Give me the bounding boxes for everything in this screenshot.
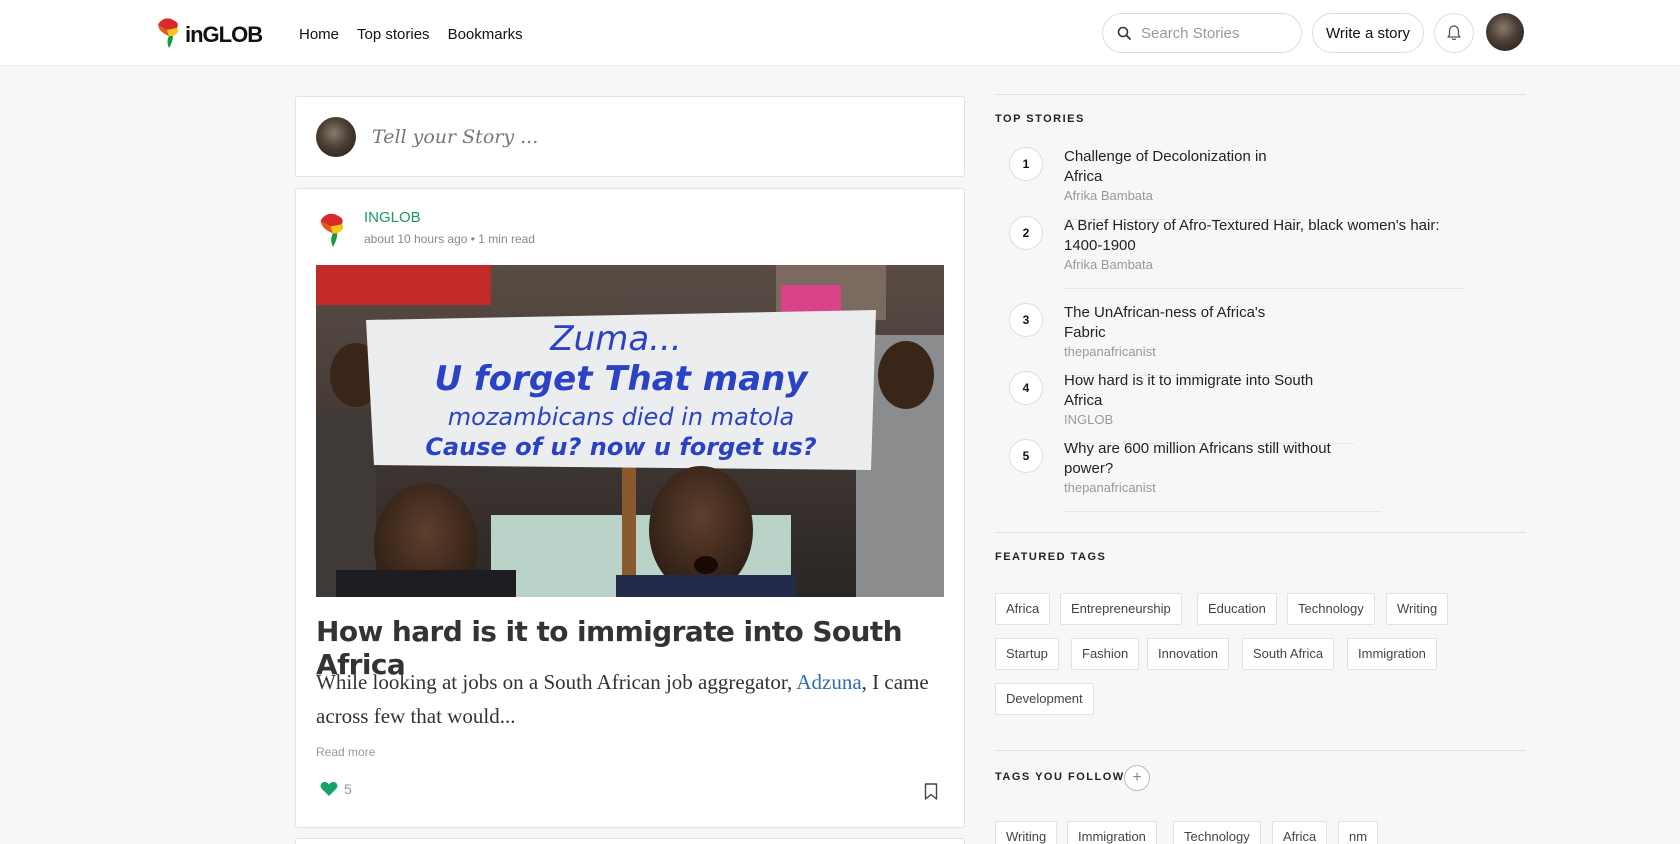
heart-icon: [320, 781, 338, 796]
like-count: 5: [344, 781, 352, 797]
nav-home[interactable]: Home: [299, 26, 339, 43]
story-meta: about 10 hours ago • 1 min read: [364, 232, 535, 246]
featured-tags-heading: FEATURED TAGS: [995, 551, 1107, 563]
tag-development[interactable]: Development: [995, 683, 1094, 715]
user-avatar[interactable]: [1486, 13, 1524, 51]
rank-badge: 5: [1009, 439, 1043, 473]
sign-text-line-3: mozambicans died in matola: [448, 403, 795, 431]
bookmark-button[interactable]: [924, 783, 938, 805]
top-story-author: thepanafricanist: [1064, 480, 1156, 495]
tag-africa[interactable]: Africa: [995, 593, 1051, 625]
main-nav: Home Top stories Bookmarks: [299, 26, 523, 43]
sign-text-line-4: Cause of u? now u forget us?: [425, 433, 816, 461]
tag-entrepreneurship[interactable]: Entrepreneurship: [1060, 593, 1182, 625]
tag-south-africa[interactable]: South Africa: [1242, 638, 1335, 670]
tags-you-follow-heading: TAGS YOU FOLLOW: [995, 771, 1125, 783]
story-excerpt: While looking at jobs on a South African…: [316, 665, 946, 733]
search-icon: [1117, 26, 1131, 40]
story-author-name[interactable]: INGLOB: [364, 209, 535, 226]
sign-text-line-1: Zuma...: [549, 319, 681, 359]
followed-tag-africa[interactable]: Africa: [1272, 821, 1328, 844]
followed-tag-immigration[interactable]: Immigration: [1067, 821, 1157, 844]
top-stories-section: TOP STORIES 1 Challenge of Decolonizatio…: [995, 94, 1526, 532]
tag-fashion[interactable]: Fashion: [1071, 638, 1140, 670]
write-story-button[interactable]: Write a story: [1312, 13, 1424, 53]
tags-you-follow-section: TAGS YOU FOLLOW + Writing Immigration Te…: [995, 750, 1526, 844]
top-story-title[interactable]: The UnAfrican-ness of Africa's Fabric: [1064, 303, 1301, 343]
read-more-link[interactable]: Read more: [316, 745, 375, 759]
inglob-logo[interactable]: inGLOB: [155, 16, 265, 52]
rank-badge: 3: [1009, 303, 1043, 337]
africa-map-logo-icon: [158, 18, 179, 48]
tag-technology[interactable]: Technology: [1287, 593, 1375, 625]
top-story-title[interactable]: How hard is it to immigrate into South A…: [1064, 371, 1354, 411]
logo-wordmark: inGLOB: [185, 22, 263, 47]
top-story-title[interactable]: Why are 600 million Africans still witho…: [1064, 439, 1382, 479]
top-story-author: Afrika Bambata: [1064, 188, 1153, 203]
search-box[interactable]: [1102, 13, 1302, 53]
tag-immigration[interactable]: Immigration: [1347, 638, 1437, 670]
followed-tag-nm[interactable]: nm: [1338, 821, 1379, 844]
author-logo-icon: [320, 213, 344, 247]
next-story-card: [295, 838, 965, 844]
tag-writing[interactable]: Writing: [1386, 593, 1449, 625]
like-button[interactable]: 5: [320, 781, 352, 797]
notifications-button[interactable]: [1434, 13, 1474, 53]
tag-education[interactable]: Education: [1197, 593, 1277, 625]
top-stories-heading: TOP STORIES: [995, 113, 1085, 125]
compose-story-input[interactable]: [372, 125, 872, 148]
top-story-title[interactable]: Challenge of Decolonization in Africa: [1064, 147, 1304, 187]
nav-bookmarks[interactable]: Bookmarks: [448, 26, 523, 43]
story-cover-image[interactable]: Zuma... U forget That many mozambicans d…: [316, 265, 944, 597]
top-story-title[interactable]: A Brief History of Afro-Textured Hair, b…: [1064, 216, 1464, 256]
rank-badge: 4: [1009, 371, 1043, 405]
top-story-author: thepanafricanist: [1064, 344, 1156, 359]
adzuna-link[interactable]: Adzuna: [796, 670, 861, 694]
excerpt-text-start: While looking at jobs on a South African…: [316, 670, 797, 694]
add-tag-button[interactable]: +: [1124, 765, 1150, 791]
compose-story-card[interactable]: [295, 96, 965, 177]
search-input[interactable]: [1141, 24, 1291, 42]
top-story-author: INGLOB: [1064, 412, 1114, 427]
story-author-row: INGLOB about 10 hours ago • 1 min read: [316, 209, 535, 249]
rank-badge: 1: [1009, 147, 1043, 181]
compose-avatar: [316, 116, 356, 157]
bookmark-icon: [924, 783, 938, 800]
rank-badge: 2: [1009, 216, 1043, 250]
story-card: INGLOB about 10 hours ago • 1 min read Z…: [295, 188, 965, 828]
followed-tag-technology[interactable]: Technology: [1173, 821, 1261, 844]
sign-text-line-2: U forget That many: [434, 359, 809, 399]
protest-photo: Zuma... U forget That many mozambicans d…: [316, 265, 944, 597]
top-story-author: Afrika Bambata: [1064, 257, 1153, 272]
nav-top-stories[interactable]: Top stories: [357, 26, 430, 43]
featured-tags-section: FEATURED TAGS Africa Entrepreneurship Ed…: [995, 532, 1526, 750]
top-nav: inGLOB Home Top stories Bookmarks Write …: [0, 0, 1680, 66]
tag-innovation[interactable]: Innovation: [1147, 638, 1229, 670]
followed-tag-writing[interactable]: Writing: [995, 821, 1058, 844]
bell-icon: [1447, 25, 1461, 41]
tag-startup[interactable]: Startup: [995, 638, 1059, 670]
